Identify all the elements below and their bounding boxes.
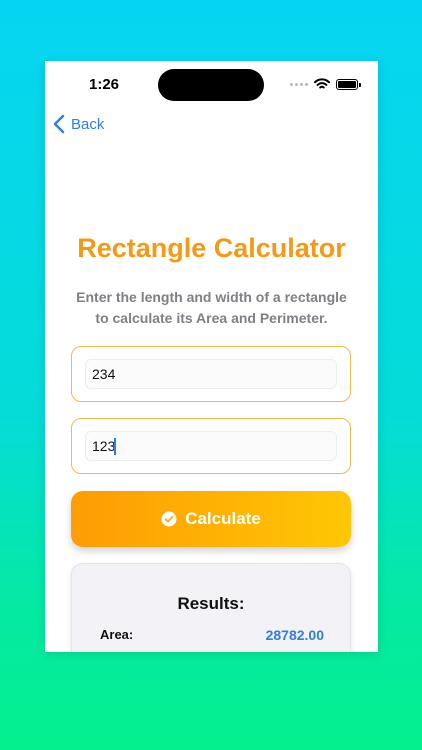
result-row-area: Area: 28782.00 xyxy=(100,627,324,643)
calculate-label: Calculate xyxy=(185,509,261,528)
checkmark-circle-icon xyxy=(161,511,177,527)
length-field-card xyxy=(71,346,351,402)
calculate-button[interactable]: Calculate xyxy=(71,491,351,547)
width-field-card xyxy=(71,418,351,474)
status-time: 1:26 xyxy=(89,76,120,93)
status-bar: 1:26 xyxy=(45,61,378,111)
dynamic-island xyxy=(158,69,264,101)
wifi-icon xyxy=(314,78,330,89)
results-title: Results: xyxy=(177,594,245,613)
width-input-wrap xyxy=(85,431,337,461)
signal-dots-icon xyxy=(290,82,308,86)
result-label: Area: xyxy=(100,627,134,642)
battery-icon xyxy=(336,78,361,90)
width-input[interactable] xyxy=(85,431,337,461)
text-cursor xyxy=(114,438,116,455)
page-subtitle: Enter the length and width of a rectangl… xyxy=(76,289,347,326)
length-input[interactable] xyxy=(85,359,337,389)
page-title: Rectangle Calculator xyxy=(77,233,346,263)
result-value: 28782.00 xyxy=(265,627,324,643)
back-button[interactable]: Back xyxy=(53,114,104,134)
results-card: Results: Area: 28782.00 xyxy=(71,563,351,652)
app-screen: 1:26 Back Rectangle Calculator Enter the… xyxy=(45,61,378,652)
status-icons xyxy=(290,78,361,90)
chevron-left-icon xyxy=(53,114,65,134)
back-label: Back xyxy=(71,115,105,133)
